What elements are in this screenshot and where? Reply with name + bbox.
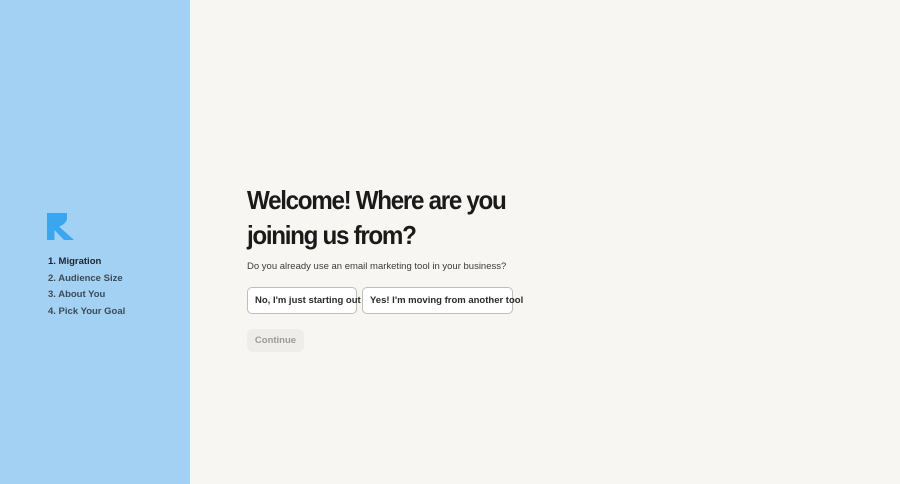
progress-steps: 1. Migration 2. Audience Size 3. About Y… bbox=[48, 254, 125, 321]
step-migration: 1. Migration bbox=[48, 256, 102, 267]
continue-button[interactable]: Continue bbox=[247, 329, 304, 352]
option-just-starting-button[interactable]: No, I'm just starting out bbox=[247, 287, 361, 314]
main-content: Welcome! Where are you joining us from? … bbox=[190, 0, 900, 484]
step-pick-your-goal: 4. Pick Your Goal bbox=[48, 306, 126, 318]
step-audience-size: 2. Audience Size bbox=[48, 272, 123, 284]
answer-options: No, I'm just starting out Yes! I'm movin… bbox=[247, 287, 523, 314]
klaviyo-k-logo-icon bbox=[47, 213, 74, 240]
step-about-you: 3. About You bbox=[48, 289, 106, 301]
question-text: Do you already use an email marketing to… bbox=[247, 261, 507, 272]
sidebar: 1. Migration 2. Audience Size 3. About Y… bbox=[0, 0, 190, 484]
option-moving-from-tool-button[interactable]: Yes! I'm moving from another tool bbox=[362, 287, 523, 314]
page-title: Welcome! Where are you joining us from? bbox=[247, 185, 507, 250]
onboarding-page: 1. Migration 2. Audience Size 3. About Y… bbox=[0, 0, 900, 484]
